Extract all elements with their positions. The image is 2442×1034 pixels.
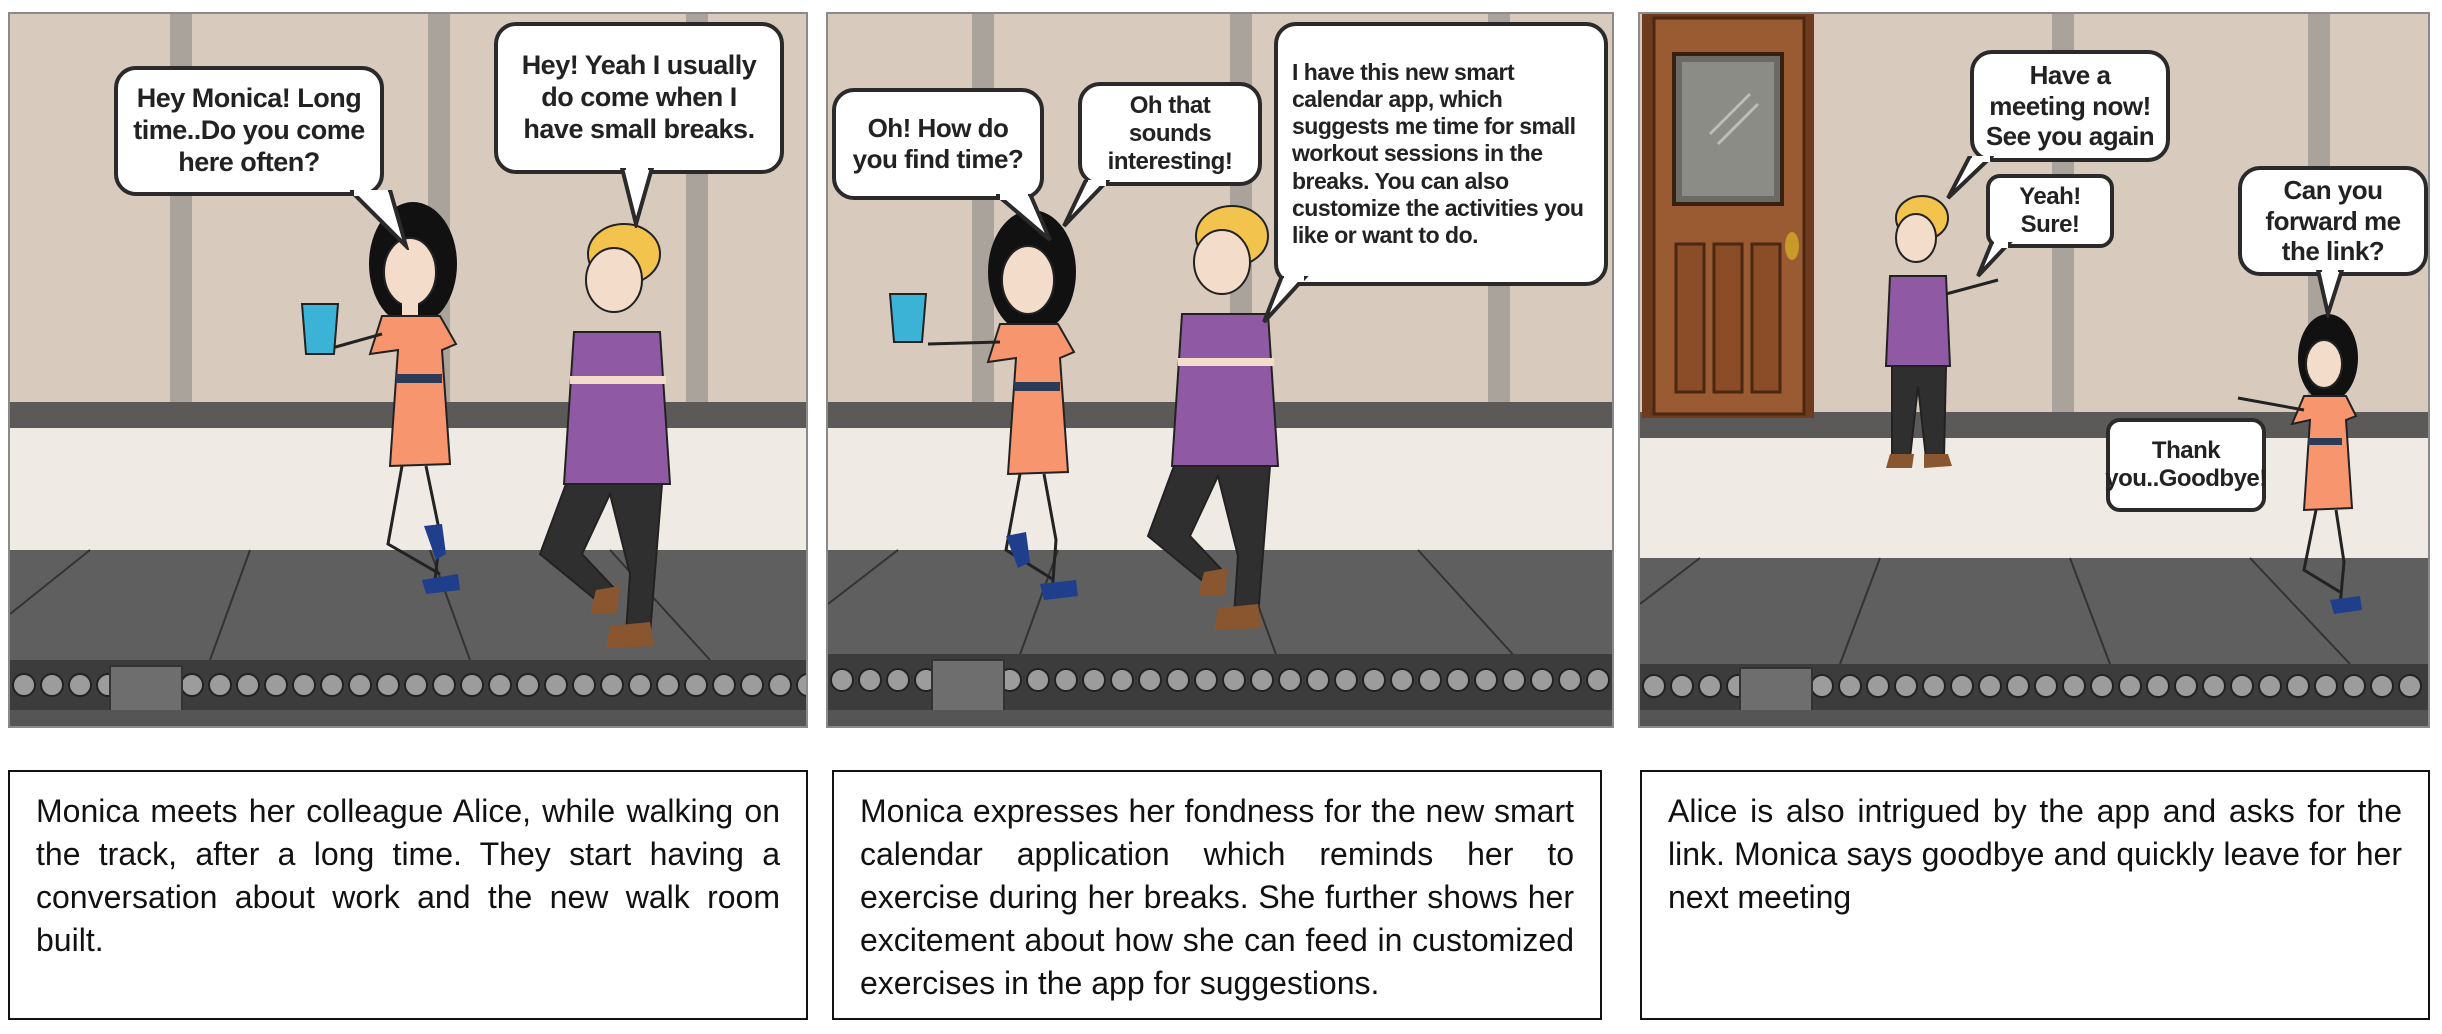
speech-bubble-monica: Oh! How do you find time? bbox=[832, 88, 1044, 200]
caption-text: Monica meets her colleague Alice, while … bbox=[36, 793, 780, 958]
speech-tail bbox=[996, 194, 1052, 242]
door-icon bbox=[1642, 14, 1814, 418]
speech-bubble-sure: Yeah! Sure! bbox=[1986, 174, 2114, 248]
speech-bubble-forward: Can you forward me the link? bbox=[2238, 166, 2428, 276]
speech-text: I have this new smart calendar app, whic… bbox=[1292, 59, 1584, 248]
speech-bubble-monica: Hey Monica! Long time..Do you come here … bbox=[114, 66, 384, 196]
comic-panel-2: Oh! How do you find time? Oh that sounds… bbox=[826, 12, 1614, 728]
speech-text: Hey Monica! Long time..Do you come here … bbox=[133, 83, 365, 177]
speech-tail bbox=[2316, 270, 2345, 318]
speech-text: Thank you..Goodbye! bbox=[2105, 436, 2267, 492]
glass-of-water-icon bbox=[300, 303, 340, 355]
caption-text: Alice is also intrigued by the app and a… bbox=[1668, 793, 2402, 915]
caption-panel-3: Alice is also intrigued by the app and a… bbox=[1640, 770, 2430, 1020]
speech-tail bbox=[1262, 276, 1309, 324]
treadmill-floor bbox=[10, 549, 806, 726]
speech-tail bbox=[1062, 180, 1110, 228]
comic-panel-3: Have a meeting now! See you again Yeah! … bbox=[1638, 12, 2430, 728]
speech-bubble-reply: Oh that sounds interesting! bbox=[1078, 82, 1262, 186]
speech-tail bbox=[619, 168, 655, 228]
speech-bubble-meeting: Have a meeting now! See you again bbox=[1970, 50, 2170, 162]
glass-of-water-icon bbox=[888, 293, 928, 343]
speech-tail bbox=[350, 190, 410, 250]
speech-text: Can you forward me the link? bbox=[2265, 175, 2401, 267]
speech-text: Have a meeting now! See you again bbox=[1985, 60, 2155, 152]
comic-panel-1: Hey Monica! Long time..Do you come here … bbox=[8, 12, 808, 728]
caption-panel-2: Monica expresses her fondness for the ne… bbox=[832, 770, 1602, 1020]
speech-bubble-alice: I have this new smart calendar app, whic… bbox=[1274, 22, 1608, 286]
speech-tail bbox=[1976, 242, 2013, 278]
speech-text: Oh that sounds interesting! bbox=[1107, 91, 1233, 176]
speech-text: Yeah! Sure! bbox=[2019, 182, 2081, 238]
speech-text: Oh! How do you find time? bbox=[852, 113, 1024, 174]
speech-bubble-alice: Hey! Yeah I usually do come when I have … bbox=[494, 22, 784, 174]
speech-text: Hey! Yeah I usually do come when I have … bbox=[521, 50, 757, 144]
caption-panel-1: Monica meets her colleague Alice, while … bbox=[8, 770, 808, 1020]
speech-bubble-thanks: Thank you..Goodbye! bbox=[2105, 418, 2267, 512]
caption-text: Monica expresses her fondness for the ne… bbox=[860, 793, 1574, 1001]
treadmill-floor bbox=[1640, 557, 2428, 726]
